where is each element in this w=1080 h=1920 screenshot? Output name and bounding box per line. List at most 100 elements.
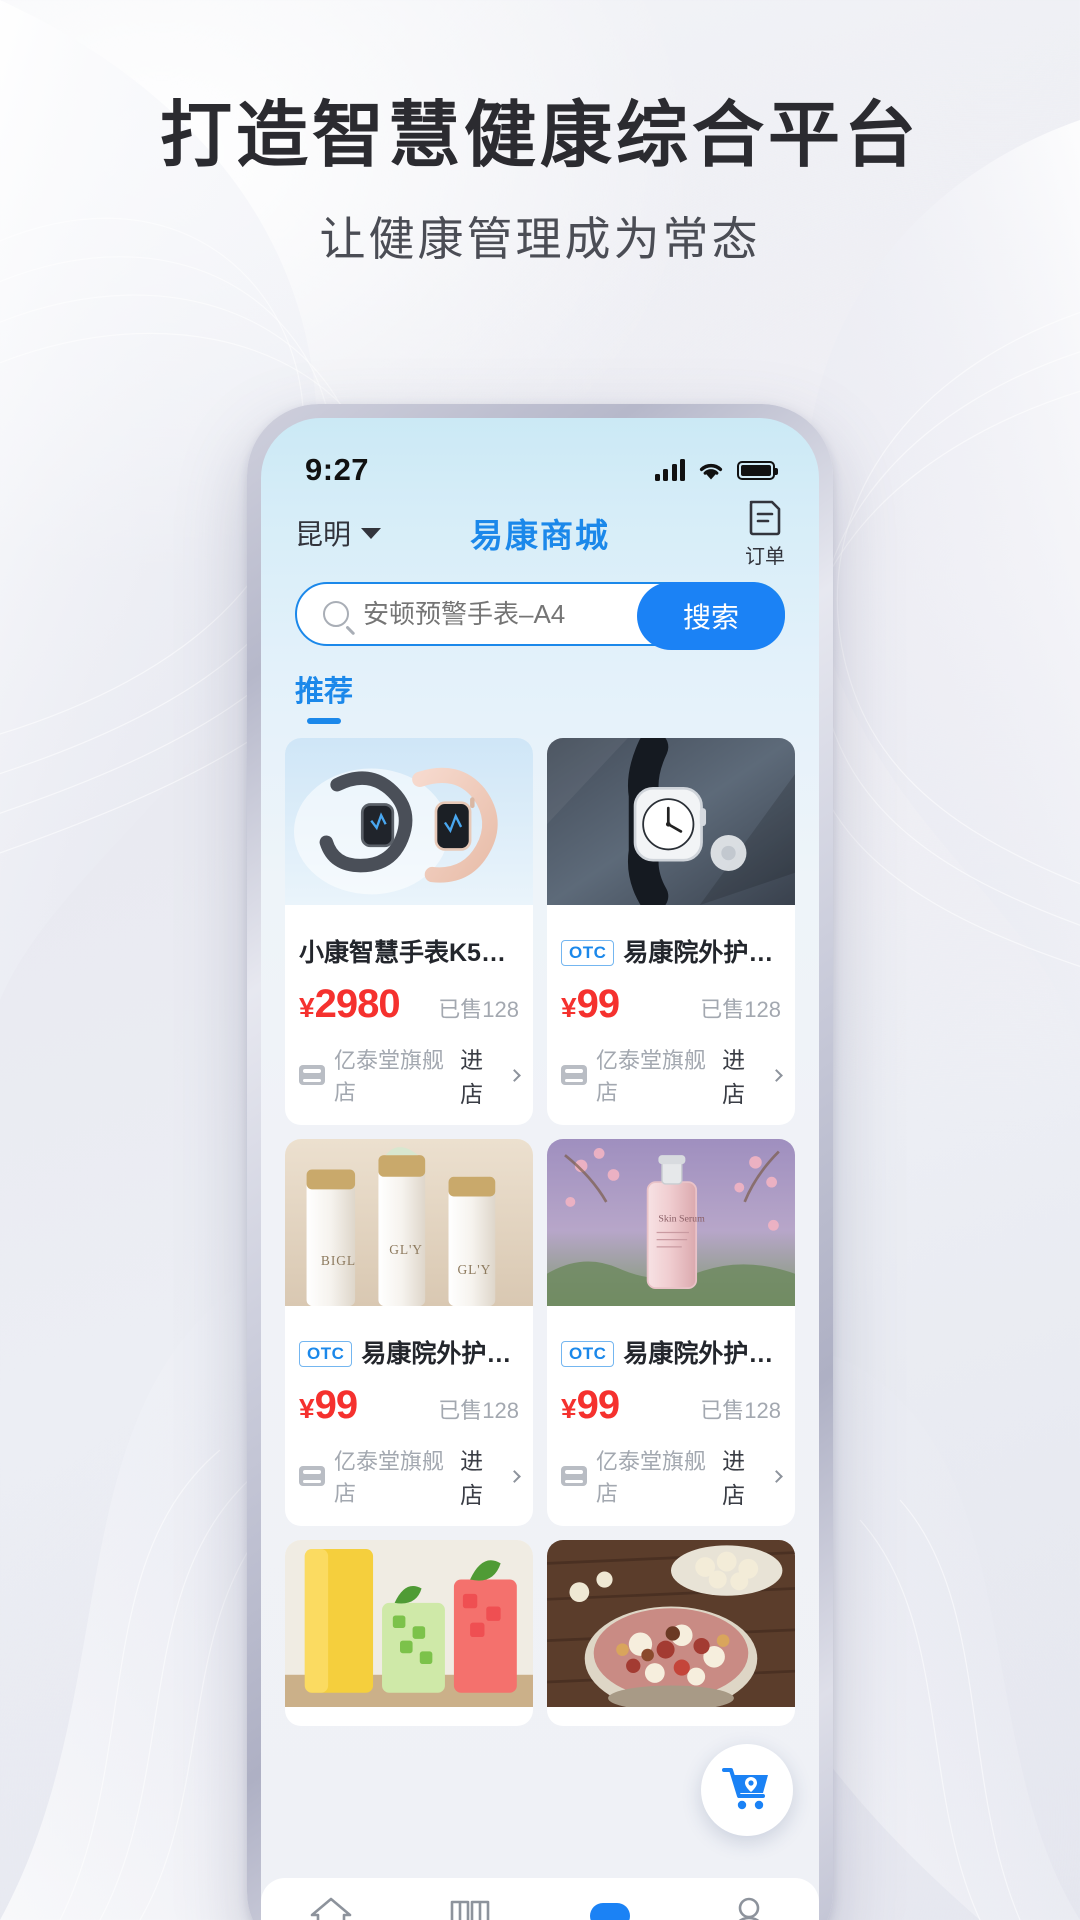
shop-row[interactable]: 亿泰堂旗舰店 进店 [561, 1442, 783, 1510]
product-grid: 小康智慧手表K5心率呼... ¥2980 已售128 亿泰堂旗舰店 进店 [261, 724, 819, 1726]
shop-name: 亿泰堂旗舰店 [334, 1449, 445, 1506]
orders-label: 订单 [745, 546, 785, 568]
shop-row[interactable]: 亿泰堂旗舰店 进店 [561, 1041, 783, 1109]
enter-shop-label: 进店 [460, 1448, 484, 1508]
product-info: 小康智慧手表K5心率呼... ¥2980 已售128 亿泰堂旗舰店 进店 [285, 924, 533, 1125]
sold-count: 已售128 [438, 1398, 519, 1423]
chevron-right-icon [770, 1469, 783, 1483]
product-title: 易康院外护理服务包 [623, 1340, 781, 1368]
category-tabs: 推荐 [261, 646, 819, 724]
price-row: ¥99 已售128 [299, 1383, 519, 1428]
price-value: 99 [576, 982, 620, 1026]
product-card[interactable] [547, 1540, 795, 1726]
phone-screen: 9:27 昆明 易康商城 订单 安顿预警手表–A4 搜索 推荐 小康智慧手表K5… [261, 418, 819, 1920]
tab-recommended[interactable]: 推荐 [295, 668, 353, 724]
product-image-smartwatch-pair [285, 738, 533, 924]
pill-active-icon [586, 1892, 634, 1920]
battery-full-icon [737, 460, 778, 480]
status-time: 9:27 [305, 452, 370, 487]
shop-icon [561, 1065, 587, 1085]
sold-count: 已售128 [700, 1398, 781, 1423]
status-bar: 9:27 [261, 418, 819, 496]
nav-item-profile[interactable] [689, 1892, 809, 1920]
shop-icon [561, 1466, 587, 1486]
svg-text:BIGL: BIGL [321, 1253, 356, 1268]
otc-badge: OTC [561, 939, 615, 967]
product-info: OTC 易康院外护理服务包 ¥99 已售128 亿泰堂旗舰店 进店 [547, 924, 795, 1125]
shop-row[interactable]: 亿泰堂旗舰店 进店 [299, 1442, 521, 1510]
nav-item-active[interactable] [550, 1892, 670, 1920]
sold-count: 已售128 [700, 997, 781, 1022]
product-info: OTC 易康院外护理服务包 ¥99 已售128 亿泰堂旗舰店 进店 [547, 1325, 795, 1526]
product-image-skin-serum: Skin Serum [547, 1139, 795, 1325]
nav-item-bookmark[interactable] [410, 1892, 530, 1920]
chevron-right-icon [770, 1068, 783, 1082]
chevron-down-icon [361, 527, 382, 539]
location-selector[interactable]: 昆明 [295, 513, 382, 553]
enter-shop-label: 进店 [722, 1448, 746, 1508]
wifi-icon [697, 459, 725, 481]
shop-icon [299, 1065, 325, 1085]
product-title-row: 小康智慧手表K5心率呼... [299, 938, 519, 968]
product-title-row: OTC 易康院外护理服务包 [561, 1339, 781, 1369]
currency-symbol: ¥ [299, 1393, 315, 1424]
shop-row[interactable]: 亿泰堂旗舰店 进店 [299, 1041, 521, 1109]
enter-shop-label: 进店 [460, 1047, 484, 1107]
product-card[interactable]: 小康智慧手表K5心率呼... ¥2980 已售128 亿泰堂旗舰店 进店 [285, 738, 533, 1125]
nav-item-home[interactable] [271, 1892, 391, 1920]
poster-subheadline: 让健康管理成为常态 [319, 212, 761, 265]
location-label: 昆明 [295, 519, 352, 550]
product-title: 易康院外护理服务包 [361, 1340, 519, 1368]
status-icons [654, 459, 778, 481]
product-image-lipstick-cosmetics: BIGL GL'Y GL'Y [285, 1139, 533, 1325]
product-price: ¥99 [561, 1383, 620, 1428]
svg-text:GL'Y: GL'Y [458, 1262, 492, 1277]
price-value: 2980 [314, 982, 401, 1026]
bookmark-icon [448, 1892, 492, 1920]
poster-headline: 打造智慧健康综合平台 [159, 96, 920, 176]
product-image-congee-bowl [547, 1540, 795, 1726]
page-title: 易康商城 [470, 517, 610, 554]
shop-name: 亿泰堂旗舰店 [334, 1048, 445, 1105]
tab-underline [307, 718, 341, 724]
phone-mockup: 9:27 昆明 易康商城 订单 安顿预警手表–A4 搜索 推荐 小康智慧手表K5… [247, 404, 833, 1920]
product-card[interactable]: Skin Serum OTC 易康院外护理服务包 ¥99 已售128 [547, 1139, 795, 1526]
enter-shop-label: 进店 [722, 1047, 746, 1107]
product-card[interactable]: BIGL GL'Y GL'Y OTC 易康院外护理服务包 ¥99 已售128 [285, 1139, 533, 1526]
price-value: 99 [314, 1383, 358, 1427]
product-info: OTC 易康院外护理服务包 ¥99 已售128 亿泰堂旗舰店 进店 [285, 1325, 533, 1526]
poster-heading-group: 打造智慧健康综合平台 让健康管理成为常态 [0, 0, 1080, 269]
bottom-navigation [261, 1878, 819, 1920]
product-price: ¥2980 [299, 982, 401, 1027]
currency-symbol: ¥ [561, 1393, 577, 1424]
orders-document-icon [747, 497, 783, 537]
profile-icon [729, 1892, 769, 1920]
product-title: 易康院外护理服务包 [623, 939, 781, 967]
price-row: ¥2980 已售128 [299, 982, 519, 1027]
product-price: ¥99 [561, 982, 620, 1027]
search-icon [323, 601, 349, 627]
shopping-cart-icon [722, 1765, 772, 1816]
orders-button[interactable]: 订单 [745, 497, 785, 569]
shop-name: 亿泰堂旗舰店 [596, 1048, 707, 1105]
home-icon [309, 1892, 353, 1920]
chevron-right-icon [508, 1068, 521, 1082]
shop-icon [299, 1466, 325, 1486]
search-button[interactable]: 搜索 [637, 582, 785, 650]
tab-label: 推荐 [295, 676, 354, 708]
product-image-black-smartwatch [547, 738, 795, 924]
product-image-fruit-juice-drinks [285, 1540, 533, 1726]
price-row: ¥99 已售128 [561, 1383, 781, 1428]
currency-symbol: ¥ [299, 992, 315, 1023]
search-row: 搜索 [261, 570, 819, 650]
signal-bars-icon [654, 459, 685, 481]
otc-badge: OTC [561, 1340, 615, 1368]
sold-count: 已售128 [438, 997, 519, 1022]
floating-cart-button[interactable] [701, 1744, 793, 1836]
product-card[interactable]: OTC 易康院外护理服务包 ¥99 已售128 亿泰堂旗舰店 进店 [547, 738, 795, 1125]
app-header: 昆明 易康商城 订单 [261, 496, 819, 570]
otc-badge: OTC [299, 1340, 353, 1368]
product-card[interactable] [285, 1540, 533, 1726]
search-box[interactable]: 搜索 [295, 582, 785, 650]
shop-name: 亿泰堂旗舰店 [596, 1449, 707, 1506]
